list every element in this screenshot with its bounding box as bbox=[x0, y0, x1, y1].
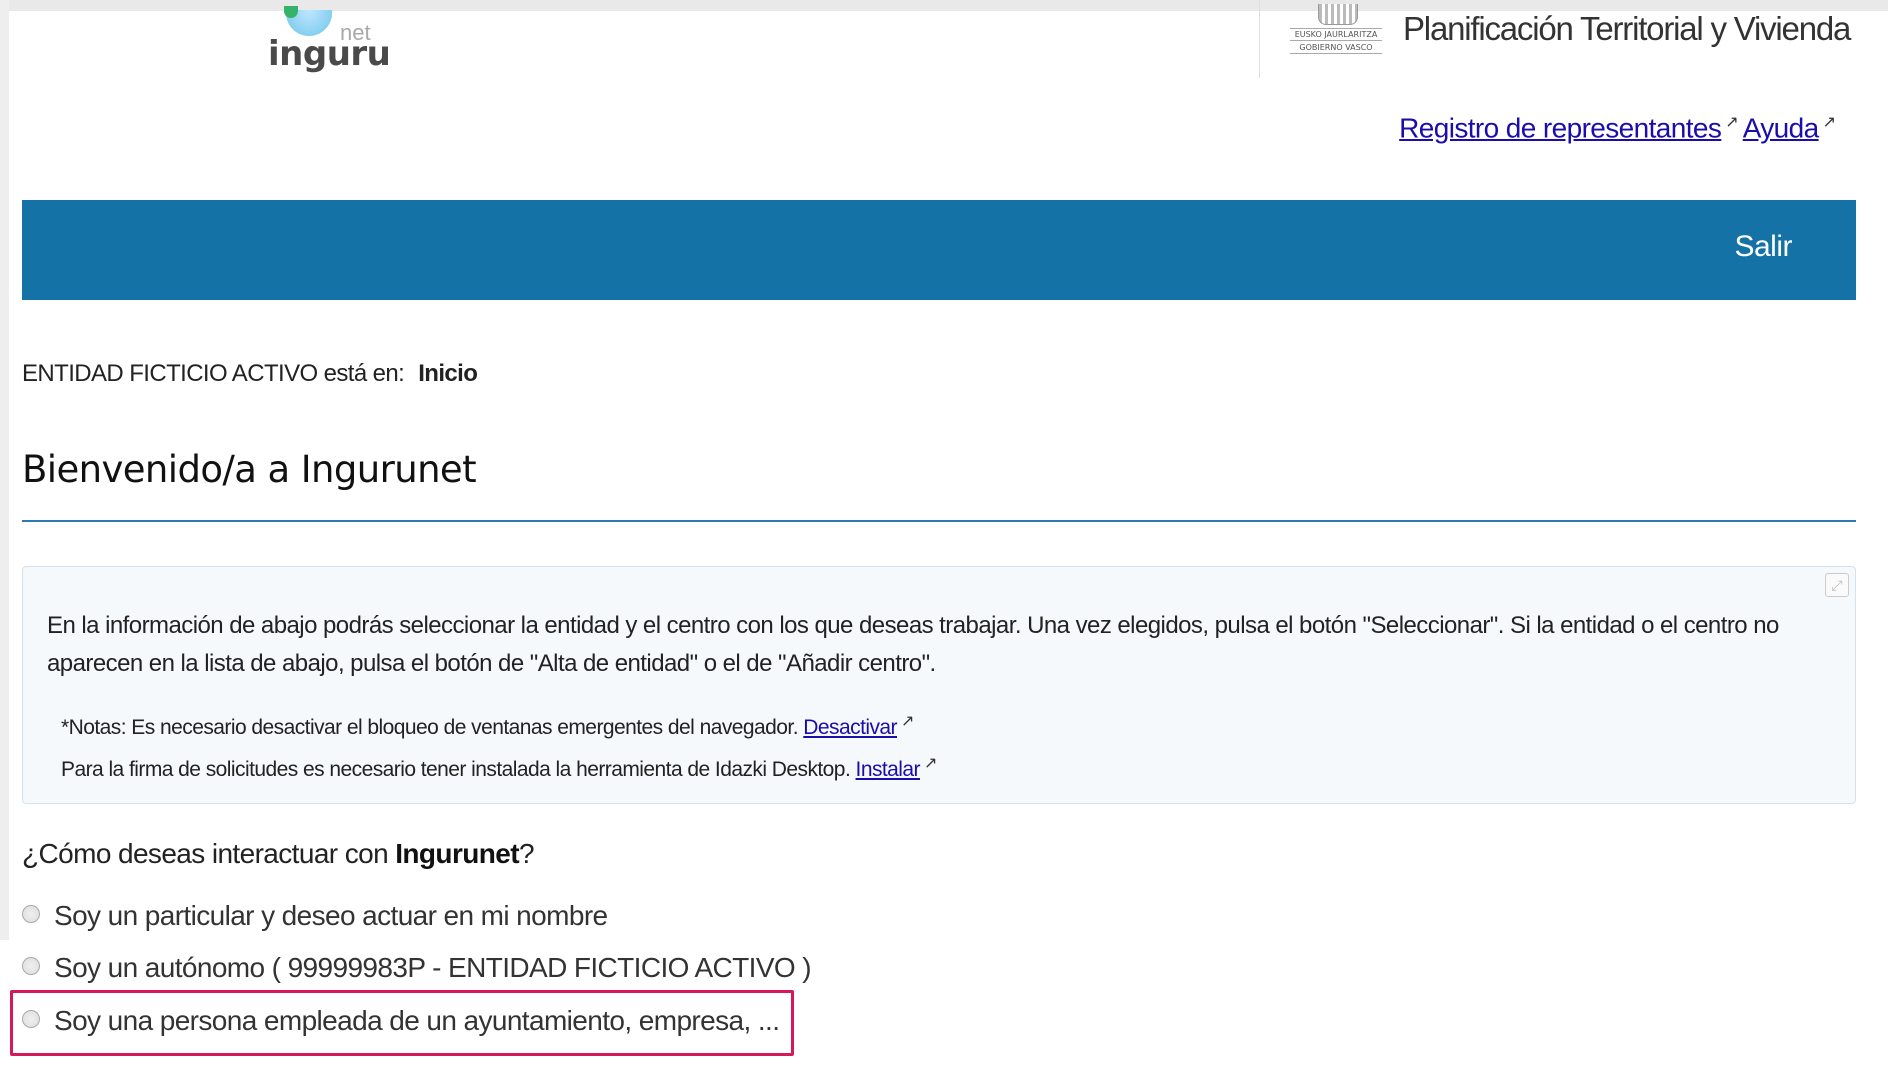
option-particular[interactable]: Soy un particular y deseo actuar en mi n… bbox=[22, 900, 608, 932]
instalar-link[interactable]: Instalar bbox=[856, 758, 921, 781]
question-suffix: ? bbox=[518, 838, 535, 869]
breadcrumb: ENTIDAD FICTICIO ACTIVO está en: Inicio bbox=[22, 360, 478, 388]
browser-left-strip bbox=[0, 0, 9, 940]
top-links: Registro de representantes ↗ Ayuda ↗ bbox=[1399, 112, 1840, 144]
ayuda-link[interactable]: Ayuda bbox=[1743, 112, 1819, 143]
expand-icon[interactable]: ⤢ bbox=[1825, 573, 1849, 597]
logo-word-text: inguru bbox=[268, 34, 391, 74]
info-paragraph: En la información de abajo podrás selecc… bbox=[47, 612, 1779, 677]
interaction-question: ¿Cómo deseas interactuar con Ingurunet? bbox=[22, 838, 535, 870]
breadcrumb-prefix: ENTIDAD FICTICIO ACTIVO está en: bbox=[22, 360, 405, 387]
note-idazki-text: Para la firma de solicitudes es necesari… bbox=[61, 758, 851, 781]
option-autonomo-label: Soy un autónomo ( 99999983P - ENTIDAD FI… bbox=[54, 952, 812, 983]
crest-line2: GOBIERNO VASCO bbox=[1290, 42, 1382, 54]
note-popups-text: *Notas: Es necesario desactivar el bloqu… bbox=[61, 716, 799, 739]
option-autonomo[interactable]: Soy un autónomo ( 99999983P - ENTIDAD FI… bbox=[22, 952, 812, 984]
external-link-icon: ↗ bbox=[1822, 114, 1836, 131]
note-idazki: Para la firma de solicitudes es necesari… bbox=[61, 753, 941, 782]
external-link-icon: ↗ bbox=[1725, 114, 1739, 131]
question-bold: Ingurunet bbox=[395, 838, 519, 869]
radio-particular[interactable] bbox=[22, 905, 40, 923]
crest-line1: EUSKO JAURLARITZA bbox=[1290, 28, 1382, 41]
crest-shield-icon bbox=[1318, 4, 1358, 25]
salir-button[interactable]: Salir bbox=[1734, 230, 1792, 264]
department-name: Planificación Territorial y Vivienda bbox=[1403, 10, 1851, 47]
ingurunet-logo[interactable]: net inguru bbox=[266, 6, 396, 76]
title-divider bbox=[22, 520, 1856, 522]
info-box: ⤢ En la información de abajo podrás sele… bbox=[22, 566, 1856, 804]
registro-representantes-link[interactable]: Registro de representantes bbox=[1399, 112, 1722, 143]
option-particular-label: Soy un particular y deseo actuar en mi n… bbox=[54, 900, 608, 931]
gobierno-vasco-logo: EUSKO JAURLARITZA GOBIERNO VASCO bbox=[1290, 4, 1382, 56]
highlight-box bbox=[10, 990, 794, 1056]
main-navbar: Salir bbox=[22, 200, 1856, 300]
external-link-icon: ↗ bbox=[901, 713, 914, 730]
radio-autonomo[interactable] bbox=[22, 957, 40, 975]
external-link-icon: ↗ bbox=[924, 755, 937, 772]
desactivar-link[interactable]: Desactivar bbox=[803, 716, 897, 739]
page-title: Bienvenido/a a Ingurunet bbox=[22, 448, 477, 491]
header-divider bbox=[1259, 0, 1260, 78]
breadcrumb-current: Inicio bbox=[418, 360, 478, 387]
note-popups: *Notas: Es necesario desactivar el bloqu… bbox=[61, 711, 918, 740]
question-prefix: ¿Cómo deseas interactuar con bbox=[22, 838, 389, 869]
